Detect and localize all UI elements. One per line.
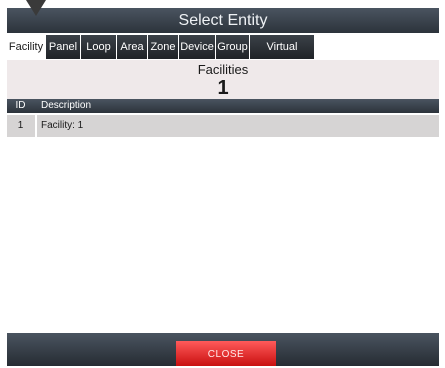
entity-header: Facilities 1 bbox=[7, 60, 439, 99]
tab-area[interactable]: Area bbox=[117, 35, 147, 59]
tab-facility[interactable]: Facility bbox=[7, 35, 45, 59]
row-description: Facility: 1 bbox=[41, 120, 84, 131]
tab-panel[interactable]: Panel bbox=[46, 35, 80, 59]
pointer-arrow-icon bbox=[26, 0, 46, 16]
tab-loop[interactable]: Loop bbox=[81, 35, 116, 59]
entity-list-empty-area bbox=[7, 137, 439, 333]
column-header-id: ID bbox=[15, 100, 26, 111]
tab-virtual-module[interactable]: Virtual module bbox=[250, 35, 314, 77]
close-button[interactable]: CLOSE bbox=[176, 341, 276, 366]
tab-group[interactable]: Group bbox=[216, 35, 249, 59]
table-row[interactable]: 1 Facility: 1 bbox=[7, 115, 439, 137]
tab-zone[interactable]: Zone bbox=[148, 35, 178, 59]
dialog-title: Select Entity bbox=[7, 8, 439, 33]
entity-type-label: Facilities bbox=[197, 62, 249, 77]
tab-device[interactable]: Device bbox=[179, 35, 215, 59]
footer-bar: CLOSE bbox=[7, 333, 439, 366]
column-header-description: Description bbox=[41, 100, 92, 111]
row-id: 1 bbox=[17, 120, 24, 131]
entity-tab-strip: Facility Panel Loop Area Zone Device Gro… bbox=[7, 33, 439, 77]
entity-count: 1 bbox=[217, 77, 229, 99]
row-divider bbox=[35, 115, 37, 137]
table-header: ID Description bbox=[7, 99, 439, 113]
